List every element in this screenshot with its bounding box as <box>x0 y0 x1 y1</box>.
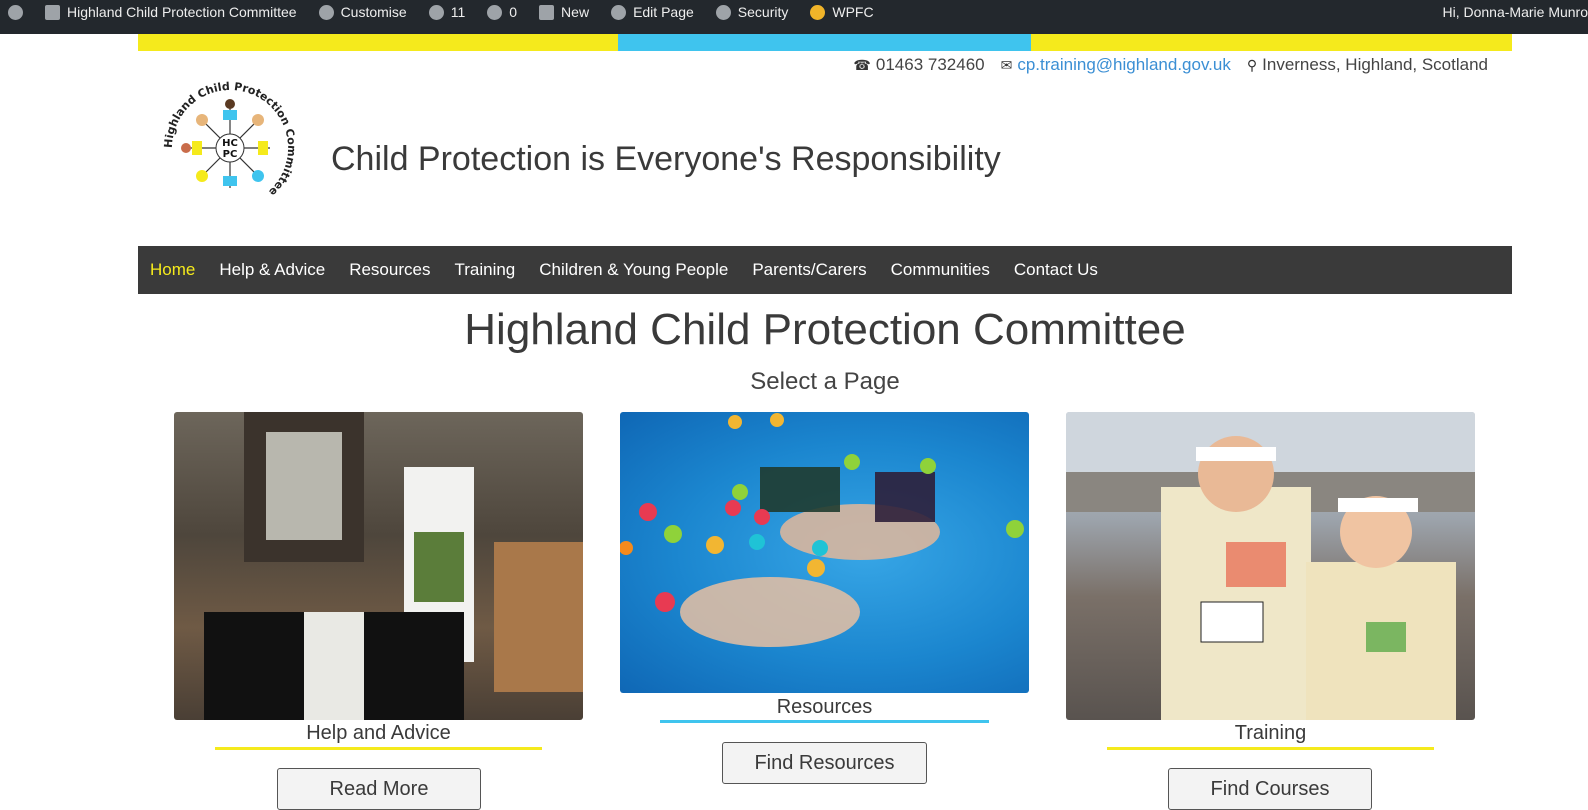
help-advice-photo[interactable] <box>174 412 583 720</box>
card-underline <box>660 720 989 723</box>
nav-item-home[interactable]: Home <box>150 260 195 280</box>
wordpress-logo-icon[interactable] <box>8 5 23 20</box>
color-strip <box>138 34 1512 51</box>
shield-icon <box>716 5 731 20</box>
site-logo[interactable]: Highland Child Protection Committee HC <box>160 78 300 218</box>
admin-customise[interactable]: Customise <box>319 4 407 20</box>
nav-item-resources[interactable]: Resources <box>349 260 430 280</box>
admin-comments[interactable]: 0 <box>487 4 517 20</box>
admin-edit-page[interactable]: Edit Page <box>611 4 694 20</box>
brush-icon <box>319 5 334 20</box>
card-underline <box>215 747 542 750</box>
admin-wpfc[interactable]: WPFC <box>810 4 873 20</box>
admin-new[interactable]: New <box>539 4 589 20</box>
refresh-icon <box>429 5 444 20</box>
main-navigation: Home Help & Advice Resources Training Ch… <box>138 246 1512 294</box>
admin-site-name[interactable]: Highland Child Protection Committee <box>45 4 297 20</box>
nav-item-contact-us[interactable]: Contact Us <box>1014 260 1098 280</box>
logo-center-top: HC <box>222 138 238 149</box>
find-resources-button[interactable]: Find Resources <box>722 742 927 784</box>
plus-icon <box>539 5 554 20</box>
plugin-icon <box>810 5 825 20</box>
contact-email: ✉ cp.training@highland.gov.uk <box>1001 55 1231 75</box>
hcpc-logo-icon: Highland Child Protection Committee HC <box>160 78 300 218</box>
nav-item-parents-carers[interactable]: Parents/Carers <box>752 260 866 280</box>
contact-location: ⚲ Inverness, Highland, Scotland <box>1247 55 1488 75</box>
email-link[interactable]: cp.training@highland.gov.uk <box>1017 55 1231 75</box>
page-subtitle: Select a Page <box>0 368 1588 396</box>
find-courses-button[interactable]: Find Courses <box>1168 768 1372 810</box>
card-underline <box>1107 747 1434 750</box>
read-more-button[interactable]: Read More <box>277 768 481 810</box>
nav-item-children-young-people[interactable]: Children & Young People <box>539 260 728 280</box>
nav-item-training[interactable]: Training <box>454 260 515 280</box>
logo-center-bottom: PC <box>223 149 238 160</box>
nav-item-communities[interactable]: Communities <box>891 260 990 280</box>
admin-security[interactable]: Security <box>716 4 789 20</box>
site-tagline: Child Protection is Everyone's Responsib… <box>331 140 1001 179</box>
resources-photo[interactable] <box>620 412 1029 693</box>
pencil-icon <box>611 5 626 20</box>
card-title-help-advice: Help and Advice <box>174 722 583 745</box>
admin-updates[interactable]: 11 <box>429 4 466 20</box>
wp-admin-bar: Highland Child Protection Committee Cust… <box>0 0 1588 34</box>
training-photo[interactable] <box>1066 412 1475 720</box>
comment-icon <box>487 5 502 20</box>
contact-phone: ☎ 01463 732460 <box>853 55 984 75</box>
envelope-icon: ✉ <box>1001 57 1013 74</box>
page-title: Highland Child Protection Committee <box>0 305 1588 355</box>
map-marker-icon: ⚲ <box>1247 57 1257 74</box>
contact-bar: ☎ 01463 732460 ✉ cp.training@highland.go… <box>853 55 1488 75</box>
admin-account[interactable]: Hi, Donna-Marie Munro <box>1443 4 1588 20</box>
phone-icon: ☎ <box>853 57 870 74</box>
nav-item-help-advice[interactable]: Help & Advice <box>219 260 325 280</box>
card-title-resources: Resources <box>620 696 1029 719</box>
card-title-training: Training <box>1066 722 1475 745</box>
home-icon <box>45 5 60 20</box>
